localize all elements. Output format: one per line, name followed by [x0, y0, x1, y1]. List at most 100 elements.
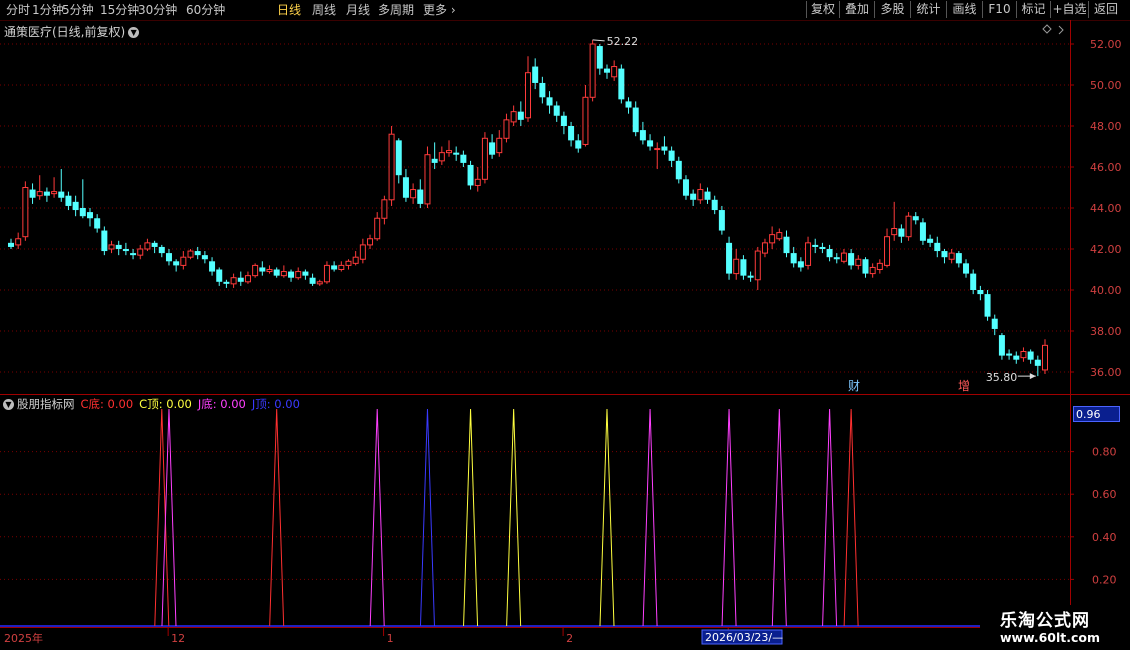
candle-body-down — [783, 236, 790, 254]
indicator-spike — [843, 408, 859, 627]
chevron-down-icon[interactable]: ▼ — [3, 399, 14, 410]
candle-body-down — [934, 242, 941, 252]
indicator-item-0: C底: 0.00 — [80, 397, 134, 411]
price-tick-label: 52.00 — [1090, 38, 1122, 51]
candle-body-up — [187, 250, 194, 258]
candle-body-down — [223, 281, 230, 284]
candle-body-down — [797, 261, 804, 268]
indicator-spike — [161, 408, 177, 627]
high-price-label: 52.22 — [607, 35, 639, 48]
candle-body-up — [769, 234, 776, 244]
candle-body-down — [977, 290, 984, 295]
candle-body-down — [668, 150, 675, 161]
candle-body-up — [266, 269, 273, 273]
candle-body-down — [603, 68, 610, 73]
candle-body-down — [402, 177, 409, 198]
candle-body-down — [955, 253, 962, 264]
candle-body-down — [58, 191, 65, 198]
candle-body-up — [1020, 351, 1027, 359]
candle-body-down — [331, 265, 338, 270]
candle-body-up — [589, 43, 596, 98]
candle-body-up — [611, 66, 618, 78]
candle-body-up — [474, 178, 481, 186]
candle-body-down — [819, 246, 826, 249]
candle-body-down — [539, 82, 546, 98]
candle-body-down — [158, 246, 165, 254]
candle-body-up — [352, 256, 359, 264]
candle-body-up — [295, 271, 302, 279]
candle-body-down — [919, 222, 926, 241]
chevron-right-icon — [1058, 25, 1064, 35]
candle-body-down — [632, 107, 639, 133]
candle-body-down — [122, 249, 129, 252]
candle-body-up — [381, 199, 388, 219]
candle-body-down — [165, 253, 172, 262]
month-label: 1 — [387, 632, 394, 645]
candle-body-up — [15, 238, 22, 246]
candle-body-down — [912, 216, 919, 221]
date-start-label: 2025年 — [4, 631, 43, 645]
month-label: 2 — [566, 632, 573, 645]
candle-body-down — [568, 126, 575, 141]
candle-body-down — [848, 253, 855, 266]
candle-body-down — [259, 267, 266, 272]
candle-body-down — [467, 164, 474, 186]
candle-body-down — [718, 210, 725, 231]
candle-body-down — [546, 97, 553, 106]
candle-body-down — [115, 244, 122, 249]
candle-body-down — [704, 191, 711, 200]
high-pointer — [592, 39, 605, 42]
candle-body-up — [805, 242, 812, 266]
candle-body-up — [884, 236, 891, 266]
candle-body-up — [108, 244, 115, 250]
candle-body-down — [927, 238, 934, 243]
candle-body-up — [582, 96, 589, 145]
candle-body-up — [438, 152, 445, 162]
indicator-tick-label: 0.20 — [1092, 573, 1117, 586]
indicator-spike — [269, 408, 285, 627]
indicator-item-3: J顶: 0.00 — [251, 397, 300, 411]
low-price-label: 35.80 — [986, 371, 1018, 384]
indicator-spike — [506, 408, 522, 627]
candle-body-up — [137, 248, 144, 256]
candle-body-down — [201, 255, 208, 260]
candle-body-down — [209, 261, 216, 272]
candle-body-down — [309, 277, 316, 284]
candle-body-down — [625, 101, 632, 108]
candle-body-up — [446, 150, 453, 154]
candle-body-down — [79, 208, 86, 217]
candle-body-down — [790, 253, 797, 264]
candle-body-down — [237, 277, 244, 282]
candle-body-down — [553, 105, 560, 116]
candle-body-down — [94, 218, 101, 229]
candle-body-up — [510, 111, 517, 123]
candle-body-down — [1013, 355, 1020, 360]
event-marker: 财 — [848, 379, 860, 393]
candle-body-down — [898, 228, 905, 237]
candle-body-down — [690, 193, 697, 200]
candle-body-down — [711, 199, 718, 211]
candle-body-down — [862, 259, 869, 274]
candle-body-down — [431, 158, 438, 163]
candle-body-down — [194, 251, 201, 256]
chart-canvas[interactable]: 52.00 50.00 48.00 46.00 44.00 42.00 40.00 38.00… — [0, 0, 1130, 650]
candle-body-down — [596, 46, 603, 69]
candle-body-down — [417, 189, 424, 204]
indicator-spike — [419, 408, 435, 627]
candle-body-down — [726, 242, 733, 274]
candle-body-down — [151, 242, 158, 247]
candle-body-down — [647, 140, 654, 147]
candle-body-up — [776, 232, 783, 240]
candle-body-down — [833, 257, 840, 260]
candle-body-down — [963, 263, 970, 274]
candle-body-down — [639, 130, 646, 141]
candle-body-down — [8, 242, 14, 247]
candle-body-up — [388, 133, 395, 201]
candle-body-up — [503, 119, 510, 139]
candle-body-down — [812, 244, 819, 247]
indicator-spike — [463, 408, 479, 627]
month-label: 12 — [171, 632, 185, 645]
indicator-tick-label: 0.40 — [1092, 531, 1117, 544]
candle-body-down — [173, 261, 180, 266]
indicator-spike — [369, 408, 385, 627]
